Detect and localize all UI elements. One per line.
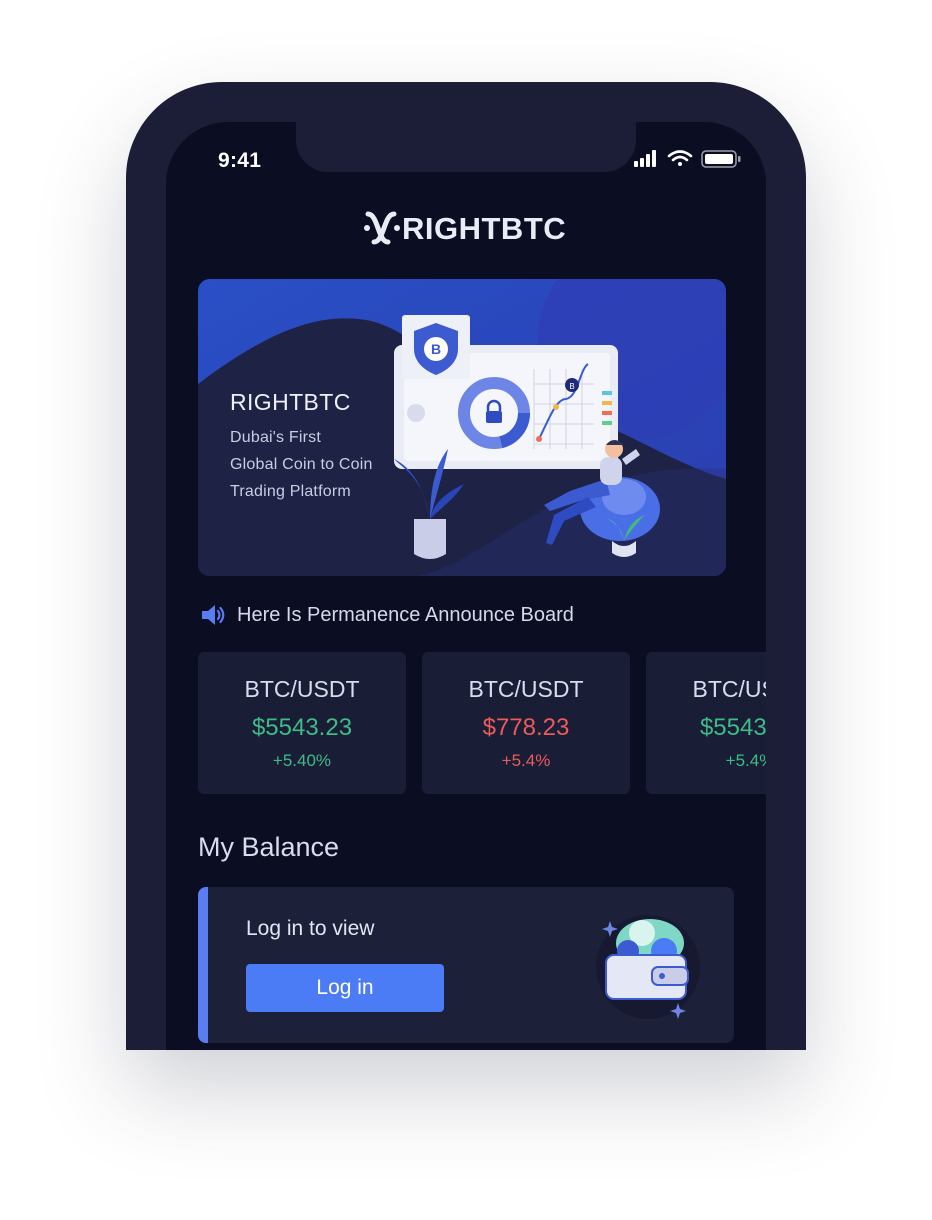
- ticker-carousel[interactable]: BTC/USDT $5543.23 +5.40% BTC/USDT $778.2…: [198, 652, 766, 796]
- balance-card: Log in to view Log in: [198, 887, 734, 1043]
- ticker-price: $5543.23: [251, 714, 353, 741]
- ticker-change: +5.4%: [725, 751, 766, 770]
- phone-frame: 9:41 RIGHTBTC RIGHTBTC Dubai's First Glo…: [126, 82, 806, 1050]
- app-screen: 9:41 RIGHTBTC RIGHTBTC Dubai's First Glo…: [166, 122, 766, 1050]
- bitcoin-shield-icon: B: [402, 315, 470, 379]
- balance-card-accent: [198, 887, 208, 1043]
- ticker-change: +5.40%: [272, 751, 332, 770]
- announcement-text: Here Is Permanence Announce Board: [237, 604, 574, 626]
- balance-section-title: My Balance: [198, 832, 340, 862]
- banner-line-1: Dubai's First: [230, 429, 322, 446]
- ticker-card[interactable]: BTC/USDT $778.23 +5.4%: [422, 652, 630, 794]
- wallet-icon: [596, 915, 700, 1019]
- balance-login-prompt: Log in to view: [246, 917, 375, 940]
- status-time: 9:41: [218, 149, 262, 172]
- ticker-pair: BTC/USDT: [468, 676, 584, 702]
- ticker-pair: BTC/USDT: [244, 676, 360, 702]
- ticker-card[interactable]: BTC/USDT $5543.23 +5.4%: [646, 652, 766, 794]
- svg-text:B: B: [569, 382, 574, 391]
- phone-notch: [296, 122, 636, 172]
- banner-line-3: Trading Platform: [230, 483, 351, 500]
- login-button[interactable]: Log in: [246, 964, 444, 1012]
- ticker-card[interactable]: BTC/USDT $5543.23 +5.40%: [198, 652, 406, 794]
- ticker-price: $778.23: [482, 714, 570, 741]
- banner-title: RIGHTBTC: [230, 389, 351, 415]
- trading-illustration: B B: [394, 315, 660, 559]
- battery-icon: [701, 150, 741, 168]
- ticker-price: $5543.23: [699, 714, 766, 741]
- svg-text:B: B: [431, 341, 441, 357]
- logo-wordmark: RIGHTBTC: [402, 211, 567, 246]
- promo-banner[interactable]: RIGHTBTC Dubai's First Global Coin to Co…: [198, 279, 726, 576]
- ticker-change: +5.4%: [501, 751, 551, 770]
- banner-line-2: Global Coin to Coin: [230, 456, 373, 473]
- ticker-pair: BTC/USDT: [692, 676, 767, 702]
- wifi-icon: [667, 150, 693, 166]
- rightbtc-logo-icon: [364, 211, 400, 245]
- status-icons: [634, 149, 744, 169]
- speaker-icon: [202, 605, 225, 625]
- cellular-signal-icon: [634, 150, 656, 167]
